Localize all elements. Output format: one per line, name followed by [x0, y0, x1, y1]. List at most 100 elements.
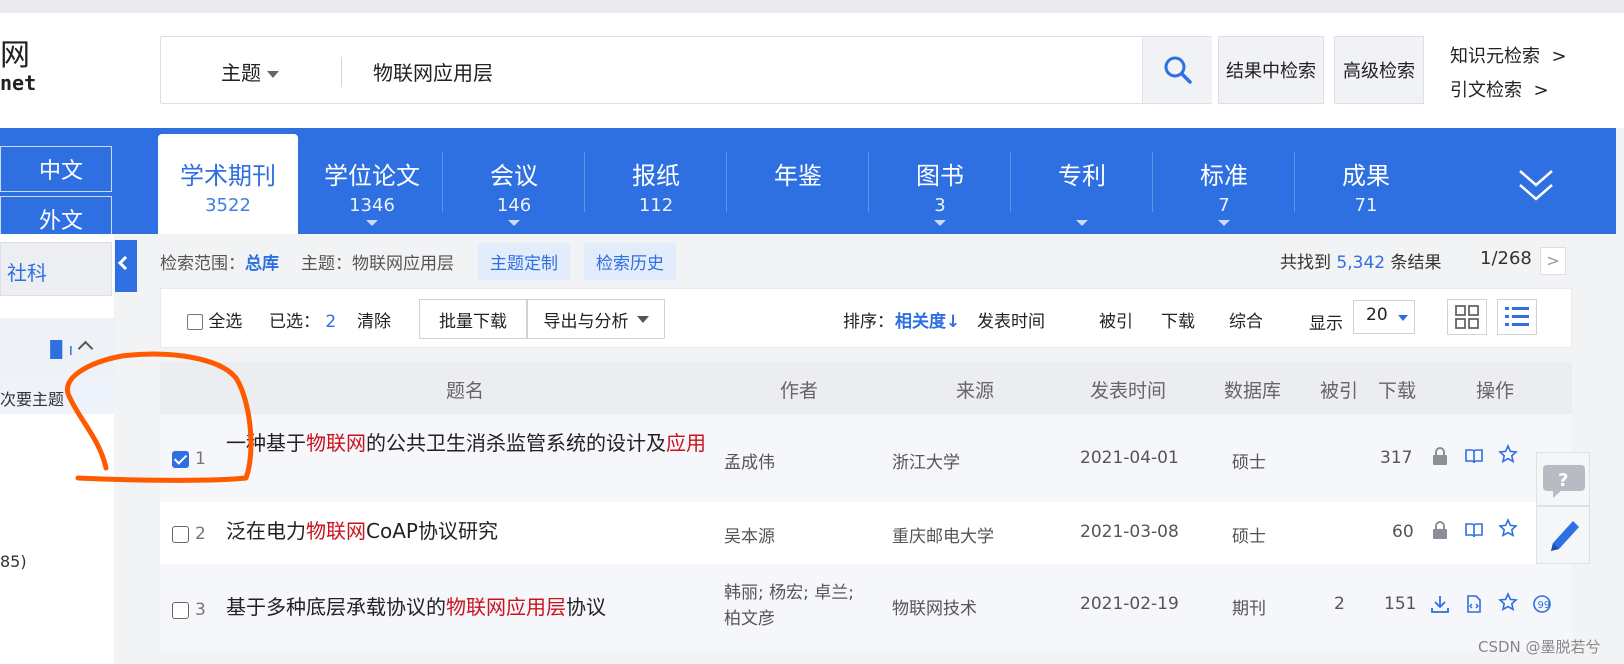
row-select[interactable]: 3: [172, 600, 206, 620]
row-select[interactable]: 2: [172, 524, 206, 544]
quote-icon[interactable]: 99: [1532, 594, 1552, 614]
caret-down-icon: [1398, 315, 1408, 321]
search-history-button[interactable]: 检索历史: [584, 242, 676, 280]
expand-tabs-icon[interactable]: [1516, 165, 1556, 209]
citation-search-link[interactable]: 引文检索 >: [1450, 76, 1549, 102]
topic-custom-button[interactable]: 主题定制: [478, 242, 570, 280]
search-field-select[interactable]: 主题: [221, 57, 279, 86]
favorite-star-icon[interactable]: [1498, 592, 1518, 612]
select-all-checkbox[interactable]: [187, 314, 203, 330]
chevron-right-icon: >: [1533, 80, 1549, 101]
advanced-search-button[interactable]: 高级检索: [1334, 36, 1424, 104]
database-type: 硕士: [1232, 527, 1266, 547]
tab-yearbooks[interactable]: 年鉴: [728, 134, 868, 234]
source-link[interactable]: 物联网技术: [892, 594, 977, 619]
site-logo[interactable]: 网 net: [0, 38, 50, 95]
sort-downloads[interactable]: 下载: [1161, 307, 1195, 332]
download-count: 60: [1392, 522, 1414, 542]
col-cited: 被引: [1320, 380, 1359, 402]
database-type: 期刊: [1232, 599, 1266, 619]
title-highlight: 物联网: [306, 519, 366, 543]
tab-newspapers[interactable]: 报纸 112: [586, 134, 726, 234]
sort-cited[interactable]: 被引: [1099, 307, 1133, 332]
author-link[interactable]: 孟成伟: [724, 448, 775, 473]
lock-icon[interactable]: [1430, 520, 1450, 540]
tab-label: 年鉴: [774, 162, 822, 190]
sort-date[interactable]: 发表时间: [977, 307, 1045, 332]
logo-glyph: 网: [0, 38, 30, 73]
row-checkbox[interactable]: [172, 525, 189, 543]
category-social-science[interactable]: 社科: [0, 242, 112, 296]
grid-icon: [1455, 305, 1479, 329]
row-checkbox[interactable]: [172, 601, 189, 619]
grid-view-button[interactable]: [1447, 299, 1487, 335]
table-row: 3 基于多种底层承载协议的物联网应用层协议 韩丽; 杨宏; 卓兰; 柏文彦 物联网…: [160, 564, 1572, 652]
tab-journals[interactable]: 学术期刊 3522: [158, 134, 298, 234]
search-icon: [1164, 56, 1192, 84]
html-read-icon[interactable]: [1464, 594, 1484, 614]
watermark: CSDN @墨脱若兮: [1478, 638, 1601, 656]
tab-books[interactable]: 图书 3: [870, 134, 1010, 234]
tab-label: 标准: [1200, 162, 1248, 190]
database-type: 硕士: [1232, 453, 1266, 473]
source-link[interactable]: 重庆邮电大学: [892, 522, 994, 547]
select-all[interactable]: 全选: [187, 307, 242, 332]
tab-count: 146: [496, 195, 532, 216]
lock-icon[interactable]: [1430, 446, 1450, 466]
tab-patents[interactable]: 专利: [1012, 134, 1152, 234]
batch-download-button[interactable]: 批量下载: [419, 299, 527, 339]
col-operations: 操作: [1476, 380, 1515, 402]
annotation-circle: [65, 351, 254, 483]
page-size-select[interactable]: 20: [1353, 300, 1415, 334]
read-online-icon[interactable]: [1464, 520, 1484, 540]
tab-divider: [1152, 152, 1153, 212]
search-input[interactable]: 物联网应用层: [373, 57, 493, 86]
result-count-suffix: 条结果: [1390, 253, 1442, 273]
pencil-icon: [1551, 521, 1579, 551]
sort-label: 排序：: [843, 312, 894, 332]
result-title-link[interactable]: 泛在电力物联网CoAP协议研究: [226, 516, 498, 546]
title-part: 协议: [566, 595, 606, 619]
select-all-label: 全选: [208, 312, 243, 332]
download-count: 317: [1380, 448, 1413, 468]
collapse-panel-button[interactable]: [115, 240, 137, 292]
read-online-icon[interactable]: [1464, 446, 1484, 466]
favorite-star-icon[interactable]: [1498, 518, 1518, 538]
selected-label: 已选：: [269, 312, 320, 332]
result-count-number: 5,342: [1336, 253, 1386, 273]
publish-date: 2021-03-08: [1080, 522, 1179, 542]
feedback-button[interactable]: [1536, 506, 1590, 564]
title-highlight: 应用: [666, 431, 706, 455]
search-field-label: 主题: [221, 61, 261, 85]
lang-chinese[interactable]: 中文: [0, 146, 112, 192]
search-in-results-button[interactable]: 结果中检索: [1218, 36, 1324, 104]
page-indicator: 1/268: [1480, 248, 1532, 269]
authors-line: 柏文彦: [724, 609, 775, 629]
scope-library[interactable]: 总库: [245, 249, 279, 274]
authors-line: 韩丽; 杨宏; 卓兰;: [724, 583, 854, 603]
result-title-link[interactable]: 一种基于物联网的公共卫生消杀监管系统的设计及应用: [226, 428, 706, 458]
results-table-header: 题名 作者 来源 发表时间 数据库 被引 下载 操作: [160, 362, 1572, 414]
tab-theses[interactable]: 学位论文 1346: [302, 134, 442, 234]
caret-down-icon: [1218, 220, 1230, 226]
help-button[interactable]: ?: [1536, 452, 1590, 506]
tab-conferences[interactable]: 会议 146: [444, 134, 584, 234]
author-list[interactable]: 韩丽; 杨宏; 卓兰; 柏文彦: [724, 580, 854, 632]
page-size-label: 显示: [1309, 314, 1343, 334]
knowledge-search-link[interactable]: 知识元检索 >: [1450, 42, 1567, 68]
favorite-star-icon[interactable]: [1498, 444, 1518, 464]
next-page-button[interactable]: >: [1540, 247, 1566, 275]
tab-achievements[interactable]: 成果 71: [1296, 134, 1436, 234]
search-button[interactable]: [1142, 37, 1212, 103]
list-view-button[interactable]: [1497, 299, 1537, 335]
tab-standards[interactable]: 标准 7: [1154, 134, 1294, 234]
export-analysis-button[interactable]: 导出与分析: [527, 299, 665, 339]
sort-relevance[interactable]: 相关度↓: [895, 307, 960, 332]
download-icon[interactable]: [1430, 594, 1450, 614]
clear-selection-button[interactable]: 清除: [357, 307, 391, 332]
result-title-link[interactable]: 基于多种底层承载协议的物联网应用层协议: [226, 592, 606, 622]
author-link[interactable]: 吴本源: [724, 522, 775, 547]
source-link[interactable]: 浙江大学: [892, 448, 960, 473]
caret-down-icon: [934, 220, 946, 226]
sort-overall[interactable]: 综合: [1229, 307, 1263, 332]
